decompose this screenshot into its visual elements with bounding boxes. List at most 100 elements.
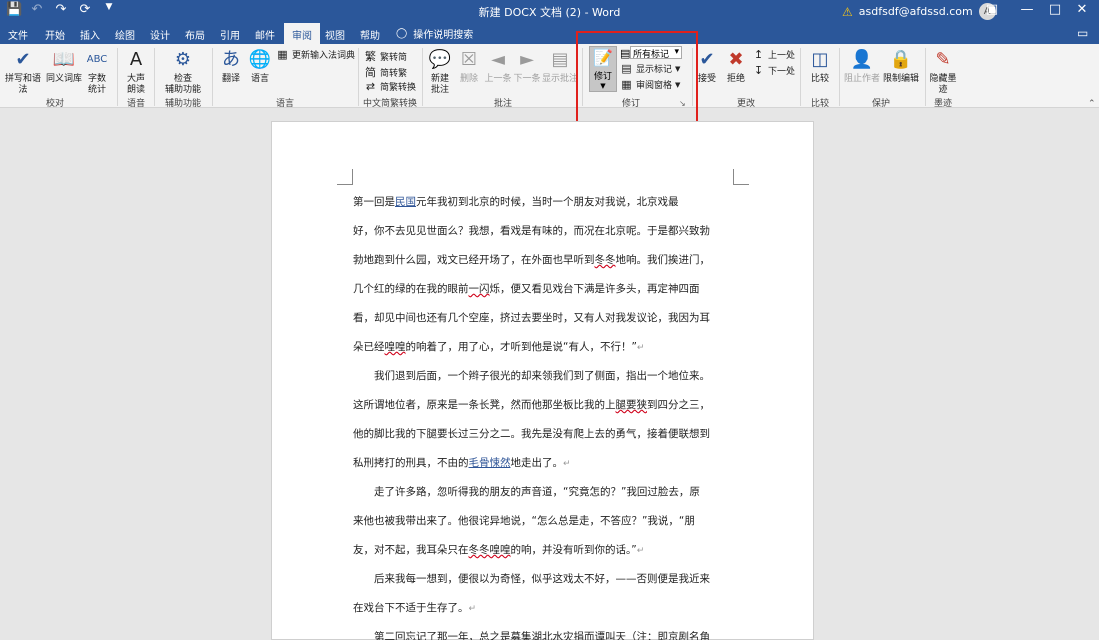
tell-me-search[interactable]: ◯ 操作说明搜索 — [396, 26, 473, 41]
block-authors-icon: 👤 — [850, 49, 874, 70]
simp-to-trad-icon: 简 — [365, 66, 376, 79]
read-aloud-button[interactable]: A 大声 朗读 — [121, 48, 151, 96]
text-line: 看，却见中间也还有几个空座，挤过去要坐时，又有人对我发议论，我因为耳 — [353, 311, 733, 340]
document-paragraph[interactable]: 第一回是民国元年我初到北京的时候，当时一个朋友对我说，北京戏最 好，你不去见见世面… — [353, 195, 733, 369]
document-paragraph[interactable]: 后来我每一想到，便很以为奇怪，似乎这戏太不好，——否则便是我近来 在戏台下不适于生… — [353, 572, 733, 630]
reject-icon: ✖ — [728, 49, 744, 70]
reject-button[interactable]: ✖ 拒绝 — [724, 48, 748, 85]
collapse-ribbon-icon[interactable]: ⌃ — [1088, 99, 1096, 109]
restrict-editing-button[interactable]: 🔒 限制编辑 — [882, 48, 920, 85]
text-run: 私刑拷打的刑具，不由的 — [353, 457, 469, 469]
compare-button[interactable]: ◫ 比较 — [807, 48, 833, 85]
word-count-button[interactable]: ABC 字数 统计 — [84, 48, 110, 96]
group-divider — [358, 48, 359, 106]
group-label-speech: 语音 — [126, 99, 145, 109]
text-line: 第一回是民国元年我初到北京的时候，当时一个朋友对我说，北京戏最 — [353, 195, 733, 224]
group-divider — [839, 48, 840, 106]
block-authors-button[interactable]: 👤 阻止作者 — [844, 48, 880, 85]
document-paragraph[interactable]: 我们退到后面，一个辫子很光的却来领我们到了侧面，指出一个地位来。 这所谓地位者，原… — [353, 369, 733, 485]
language-button[interactable]: 🌐 语言 — [247, 48, 273, 85]
previous-change-icon: ↥ — [753, 48, 764, 61]
comments-icon[interactable]: ▭ — [1077, 26, 1088, 40]
hyperlink-text[interactable]: 民国 — [395, 196, 416, 208]
tab-draw[interactable]: 绘图 — [115, 27, 135, 42]
text-run: 的响着了，用了心，才听到他是说“有人，不行！” — [405, 341, 637, 353]
account-area[interactable]: ⚠ asdfsdf@afdssd.com A — [842, 3, 996, 20]
text-line: 朵已经喤喤的响着了，用了心，才听到他是说“有人，不行！”↵ — [353, 340, 733, 369]
text-line: 第二回忘记了那一年，总之是募集湖北水灾捐而谭叫天（注：即京剧名角 — [353, 630, 733, 640]
group-label-chinese: 中文简繁转换 — [362, 99, 417, 109]
text-line: 私刑拷打的刑具，不由的毛骨悚然地走出了。↵ — [353, 456, 733, 485]
text-run: 地走出了。 — [510, 457, 564, 469]
ribbon-display-options-icon[interactable]: ▣ — [982, 2, 1002, 17]
show-comments-button[interactable]: ▤ 显示批注 — [542, 48, 578, 85]
text-run: 地响。我们挨进门， — [615, 254, 711, 266]
tell-me-label: 操作说明搜索 — [413, 30, 474, 41]
tab-layout[interactable]: 布局 — [185, 27, 205, 42]
update-ime-dictionary-button[interactable]: ▦ 更新输入法词典 — [276, 48, 355, 61]
text-run: 朵已经 — [353, 341, 385, 353]
text-line: 他的脚比我的下腿要长过三分之二。我先是没有爬上去的勇气，接着便联想到 — [353, 427, 733, 456]
group-divider — [154, 48, 155, 106]
lightbulb-icon: ◯ — [396, 28, 408, 39]
accessibility-icon: ⚙ — [174, 49, 192, 70]
tab-design[interactable]: 设计 — [150, 27, 170, 42]
tab-view[interactable]: 视图 — [325, 27, 345, 42]
document-paragraph[interactable]: 走了许多路，忽听得我的朋友的声音道，“究竟怎的？”我回过脸去，原 来他也被我带出来… — [353, 485, 733, 572]
minimize-icon[interactable]: — — [1017, 2, 1037, 17]
spelling-flag-text: 腿要狭 — [615, 399, 648, 411]
text-line: 来他也被我带出来了。他很诧异地说，“怎么总是走，不答应？”我说，“朋 — [353, 514, 733, 543]
group-divider — [800, 48, 801, 106]
tab-insert[interactable]: 插入 — [80, 27, 100, 42]
next-comment-button[interactable]: ► 下一条 — [513, 48, 541, 85]
text-line: 友，对不起，我耳朵只在冬冬喤喤的响，并没有听到你的话。”↵ — [353, 543, 733, 572]
text-run: 到四分之三， — [647, 399, 710, 411]
language-icon: 🌐 — [248, 49, 272, 70]
check-accessibility-button[interactable]: ⚙ 检查 辅助功能 — [160, 48, 206, 96]
tab-mailings[interactable]: 邮件 — [255, 27, 275, 42]
text-run: 友，对不起，我耳朵只在 — [353, 544, 469, 556]
text-run: 他的脚比我的下腿要长过三分之二。我先是没有爬上去的勇气，接着便联想到 — [353, 428, 710, 440]
previous-comment-icon: ◄ — [491, 49, 505, 70]
group-divider — [117, 48, 118, 106]
text-run: 勃地跑到什么园，戏文已经开场了，在外面也早听到 — [353, 254, 595, 266]
next-change-button[interactable]: ↧ 下一处 — [752, 64, 795, 77]
previous-comment-button[interactable]: ◄ 上一条 — [484, 48, 512, 85]
simp-to-trad-button[interactable]: 简 简转繁 — [364, 64, 407, 80]
new-comment-button[interactable]: 💬 新建 批注 — [427, 48, 453, 96]
spelling-grammar-button[interactable]: ✔ 拼写和语法 — [2, 48, 44, 96]
spelling-flag-text: 一闪 — [468, 283, 490, 295]
text-run: 的响，并没有听到你的话。” — [510, 544, 637, 556]
spelling-flag-text: 喤喤 — [384, 341, 406, 353]
text-line: 好，你不去见见世面么？我想，看戏是有味的，而况在北京呢。于是都兴致勃 — [353, 224, 733, 253]
text-run: 第二回忘记了那一年，总之是募集湖北水灾捐而谭叫天（注：即京剧名角 — [353, 631, 710, 640]
text-line: 我们退到后面，一个辫子很光的却来领我们到了侧面，指出一个地位来。 — [353, 369, 733, 398]
maximize-icon[interactable]: □ — [1045, 2, 1065, 17]
tab-home[interactable]: 开始 — [45, 27, 65, 42]
tab-help[interactable]: 帮助 — [360, 27, 380, 42]
hide-ink-button[interactable]: ✎ 隐藏墨 迹 — [928, 48, 958, 96]
tab-references[interactable]: 引用 — [220, 27, 240, 42]
close-icon[interactable]: ✕ — [1072, 2, 1092, 17]
warning-icon: ⚠ — [842, 4, 853, 19]
tab-file[interactable]: 文件 — [8, 27, 28, 42]
spelling-flag-text: 冬冬 — [594, 254, 616, 266]
text-run: 在戏台下不适于生存了。 — [353, 602, 469, 614]
convert-button[interactable]: ⇄ 简繁转换 — [364, 80, 416, 93]
hyperlink-text[interactable]: 毛骨悚然 — [469, 457, 511, 469]
delete-comment-button[interactable]: ☒ 删除 — [456, 48, 482, 85]
accept-button[interactable]: ✔ 接受 — [695, 48, 719, 85]
dictionary-icon: ▦ — [277, 48, 288, 61]
spelling-check-icon: ✔ — [15, 49, 31, 70]
text-line: 在戏台下不适于生存了。↵ — [353, 601, 733, 630]
text-run: 我们退到后面，一个辫子很光的却来领我们到了侧面，指出一个地位来。 — [353, 370, 710, 382]
trad-to-simp-button[interactable]: 繁 繁转简 — [364, 48, 407, 64]
ribbon-review: ✔ 拼写和语法 📖 同义词库 ABC 字数 统计 校对 A 大声 朗读 语音 ⚙… — [0, 44, 1099, 109]
thesaurus-button[interactable]: 📖 同义词库 — [46, 48, 82, 85]
document-paragraph[interactable]: 第二回忘记了那一年，总之是募集湖北水灾捐而谭叫天（注：即京剧名角 — [353, 630, 733, 640]
tab-review[interactable]: 审阅 — [284, 23, 320, 44]
book-icon: 📖 — [52, 49, 76, 70]
previous-change-button[interactable]: ↥ 上一处 — [752, 48, 795, 61]
translate-button[interactable]: あ 翻译 — [218, 48, 244, 85]
show-comments-icon: ▤ — [551, 49, 569, 70]
